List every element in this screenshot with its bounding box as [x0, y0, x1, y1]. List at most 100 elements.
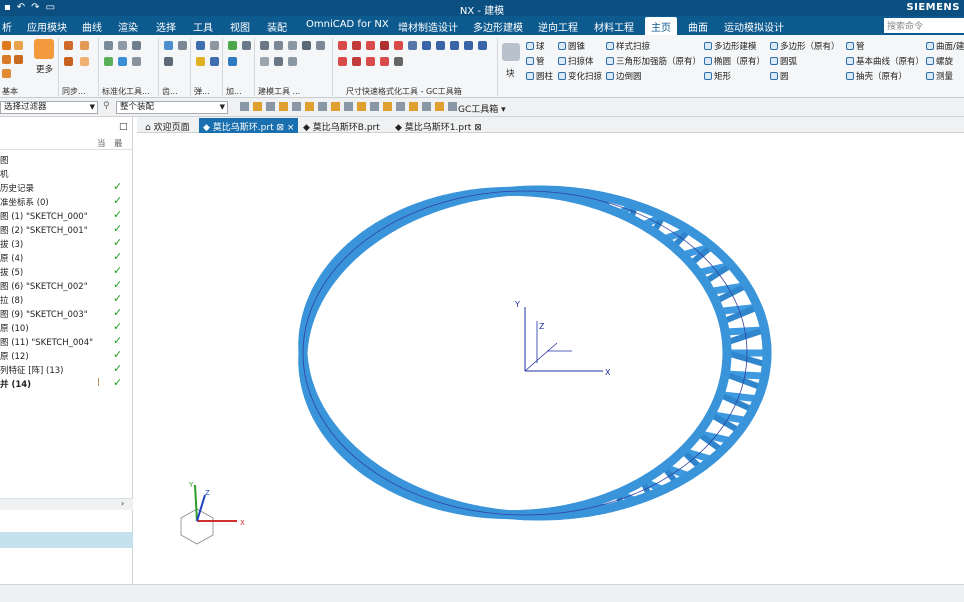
replace-face-icon[interactable] [80, 57, 89, 66]
maximize-icon[interactable]: □ [119, 122, 128, 132]
tube-command[interactable]: 管 [526, 55, 545, 67]
tree-row[interactable]: 列特征 [阵] (13) ✓ [0, 362, 133, 376]
tab-render[interactable]: 渲染 [118, 19, 138, 34]
model-tool-7-icon[interactable] [274, 57, 283, 66]
revolve-icon[interactable] [2, 55, 11, 64]
snap-3-icon[interactable] [266, 102, 275, 111]
tree-row[interactable]: 图 (2) "SKETCH_001" ✓ [0, 222, 133, 236]
scroll-right-icon[interactable]: › [121, 499, 124, 508]
tree-row[interactable]: 原 (10) ✓ [0, 320, 133, 334]
snap-15-icon[interactable] [422, 102, 431, 111]
gc-tool-10-icon[interactable] [464, 41, 473, 50]
triangle-rib-command[interactable]: 三角形加强筋（原有） [606, 55, 701, 67]
tab-polygon[interactable]: 多边形建模 [473, 19, 523, 34]
snap-11-icon[interactable] [370, 102, 379, 111]
command-search-input[interactable]: 搜索命令 [884, 18, 964, 33]
model-tool-6-icon[interactable] [260, 57, 269, 66]
move-face-icon[interactable] [64, 41, 73, 50]
tab-view[interactable]: 视图 [230, 19, 250, 34]
block-icon[interactable] [502, 43, 520, 61]
gc-tool-12-icon[interactable] [338, 57, 347, 66]
tab-mobius-ring[interactable]: ◆ 莫比乌斯环.prt ⊠ × [199, 118, 299, 133]
tab-analysis[interactable]: 析 [2, 19, 12, 34]
tree-row[interactable]: 图 [0, 152, 133, 166]
measure-command[interactable]: 测量 [926, 70, 953, 82]
gc-tool-13-icon[interactable] [352, 57, 361, 66]
tree-row[interactable]: 并 (14) ❘ ✓ [0, 376, 133, 390]
sketch-icon[interactable] [2, 41, 11, 50]
tree-row[interactable]: 原 (4) ✓ [0, 250, 133, 264]
snap-4-icon[interactable] [279, 102, 288, 111]
snap-7-icon[interactable] [318, 102, 327, 111]
surface-command[interactable]: 曲面/建 [926, 40, 964, 52]
gc-tool-14-icon[interactable] [366, 57, 375, 66]
tab-omnicad[interactable]: OmniCAD for NX [306, 19, 389, 30]
tab-select[interactable]: 选择 [156, 19, 176, 34]
snap-10-icon[interactable] [357, 102, 366, 111]
model-tool-3-icon[interactable] [288, 41, 297, 50]
tree-row[interactable]: 拔 (5) ✓ [0, 264, 133, 278]
tab-tools[interactable]: 工具 [193, 19, 213, 34]
tab-mobius-ring-b[interactable]: ◆ 莫比乌斯环B.prt [299, 118, 384, 133]
tree-row[interactable]: 拉 (8) ✓ [0, 292, 133, 306]
gear-tool-icon[interactable] [164, 41, 173, 50]
tree-row[interactable]: 图 (11) "SKETCH_004" ✓ [0, 334, 133, 348]
tree-row[interactable]: 历史记录 ✓ [0, 180, 133, 194]
std-tool-6-icon[interactable] [132, 57, 141, 66]
snap-8-icon[interactable] [331, 102, 340, 111]
gc-tool-15-icon[interactable] [380, 57, 389, 66]
ellipse-command[interactable]: 椭圆（原有） [704, 55, 765, 67]
spring-tool-4-icon[interactable] [210, 57, 219, 66]
tree-row[interactable]: 原 (12) ✓ [0, 348, 133, 362]
snap-16-icon[interactable] [435, 102, 444, 111]
tab-reverse[interactable]: 逆向工程 [538, 19, 578, 34]
details-panel-header[interactable] [0, 532, 133, 548]
variational-sweep-command[interactable]: 变化扫掠 [558, 70, 602, 82]
gc-tool-2-icon[interactable] [352, 41, 361, 50]
tab-motion[interactable]: 运动模拟设计 [724, 19, 784, 34]
model-tool-8-icon[interactable] [288, 57, 297, 66]
type-filter-select[interactable]: 选择过滤器 ▼ [0, 101, 98, 114]
std-tool-3-icon[interactable] [132, 41, 141, 50]
tube-command-2[interactable]: 管 [846, 40, 865, 52]
gc-tool-16-icon[interactable] [394, 57, 403, 66]
tab-curve[interactable]: 曲线 [82, 19, 102, 34]
model-tool-2-icon[interactable] [274, 41, 283, 50]
tree-row[interactable]: 准坐标系 (0) ✓ [0, 194, 133, 208]
mach-tool-2-icon[interactable] [242, 41, 251, 50]
snap-12-icon[interactable] [383, 102, 392, 111]
tree-row[interactable]: 机 [0, 166, 133, 180]
std-tool-1-icon[interactable] [104, 41, 113, 50]
tab-application[interactable]: 应用模块 [27, 19, 67, 34]
gc-tool-7-icon[interactable] [422, 41, 431, 50]
gc-toolbox-menu[interactable]: GC工具箱 ▾ [458, 102, 506, 115]
block-label[interactable]: 块 [506, 67, 515, 79]
extrude-icon[interactable] [14, 41, 23, 50]
cone-command[interactable]: 圆锥 [558, 40, 585, 52]
tab-welcome[interactable]: ⌂ 欢迎页面 [141, 118, 194, 133]
boolean-icon[interactable] [2, 69, 11, 78]
navigator-scrollbar[interactable]: › [0, 498, 133, 510]
snap-1-icon[interactable] [240, 102, 249, 111]
rectangle-command[interactable]: 矩形 [704, 70, 731, 82]
snap-2-icon[interactable] [253, 102, 262, 111]
basic-curve-command[interactable]: 基本曲线（原有） [846, 55, 924, 67]
gc-tool-4-icon[interactable] [380, 41, 389, 50]
polygon-command[interactable]: 多边形（原有） [770, 40, 840, 52]
gc-tool-11-icon[interactable] [478, 41, 487, 50]
tab-assembly[interactable]: 装配 [267, 19, 287, 34]
std-tool-4-icon[interactable] [104, 57, 113, 66]
mach-tool-3-icon[interactable] [228, 57, 237, 66]
polygon-model-command[interactable]: 多边形建模 [704, 40, 757, 52]
shell-command[interactable]: 抽壳（原有） [846, 70, 907, 82]
snap-14-icon[interactable] [409, 102, 418, 111]
pull-face-icon[interactable] [80, 41, 89, 50]
cylinder-command[interactable]: 圆柱 [526, 70, 553, 82]
filter-icon[interactable]: ⚲ [103, 101, 110, 111]
std-tool-5-icon[interactable] [118, 57, 127, 66]
gc-tool-6-icon[interactable] [408, 41, 417, 50]
gear-tool-2-icon[interactable] [178, 41, 187, 50]
gear-tool-3-icon[interactable] [164, 57, 173, 66]
gc-tool-9-icon[interactable] [450, 41, 459, 50]
snap-9-icon[interactable] [344, 102, 353, 111]
